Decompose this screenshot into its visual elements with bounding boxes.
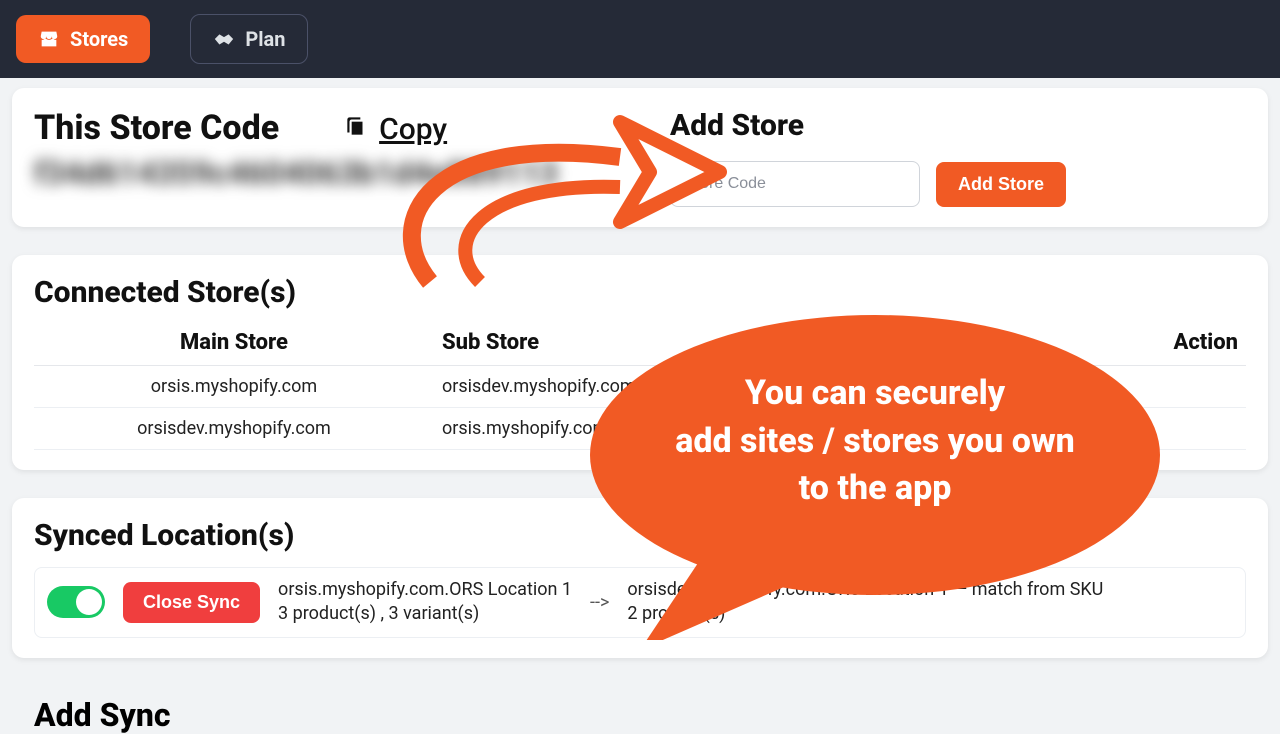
col-action: Action [834,320,1246,366]
nav-tab-stores-label: Stores [70,27,128,51]
handshake-icon [213,28,235,50]
connected-stores-card: Connected Store(s) Main Store Sub Store … [12,255,1268,470]
table-row: orsis.myshopify.com orsisdev.myshopify.c… [34,366,1246,408]
table-row: orsisdev.myshopify.com orsis.myshopify.c… [34,408,1246,450]
add-store-title: Add Store [670,108,1246,143]
sync-toggle[interactable] [47,586,105,618]
close-sync-button[interactable]: Close Sync [123,582,260,623]
sync-source: orsis.myshopify.com.ORS Location 1 3 pro… [278,578,572,627]
arrow-text-icon: --> [590,592,609,613]
sync-target: orsisdev.myshopify.com.ORS Location 1 — … [627,578,1103,627]
add-sync-title: Add Sync [12,686,1268,734]
synced-locations-card: Synced Location(s) Close Sync orsis.mysh… [12,498,1268,658]
top-navbar: Stores Plan [0,0,1280,78]
store-code-value: f34d614359c4604063b1d4e889113 [34,154,610,192]
store-code-title: This Store Code [34,108,279,148]
store-icon [38,28,60,50]
copy-label: Copy [379,112,447,147]
copy-icon [343,112,369,147]
synced-title: Synced Location(s) [34,518,1246,553]
connected-title: Connected Store(s) [34,275,1246,310]
store-code-input[interactable] [670,161,920,207]
col-sub-store: Sub Store [434,320,834,366]
store-code-card: This Store Code Copy f34d614359c4604063b… [12,88,1268,227]
sync-row: Close Sync orsis.myshopify.com.ORS Locat… [34,567,1246,638]
copy-button[interactable]: Copy [343,112,447,147]
col-main-store: Main Store [34,320,434,366]
nav-tab-stores[interactable]: Stores [16,15,150,63]
nav-tab-plan[interactable]: Plan [190,14,308,64]
connected-table: Main Store Sub Store Action orsis.myshop… [34,320,1246,450]
nav-tab-plan-label: Plan [245,27,285,51]
add-store-button[interactable]: Add Store [936,162,1066,207]
